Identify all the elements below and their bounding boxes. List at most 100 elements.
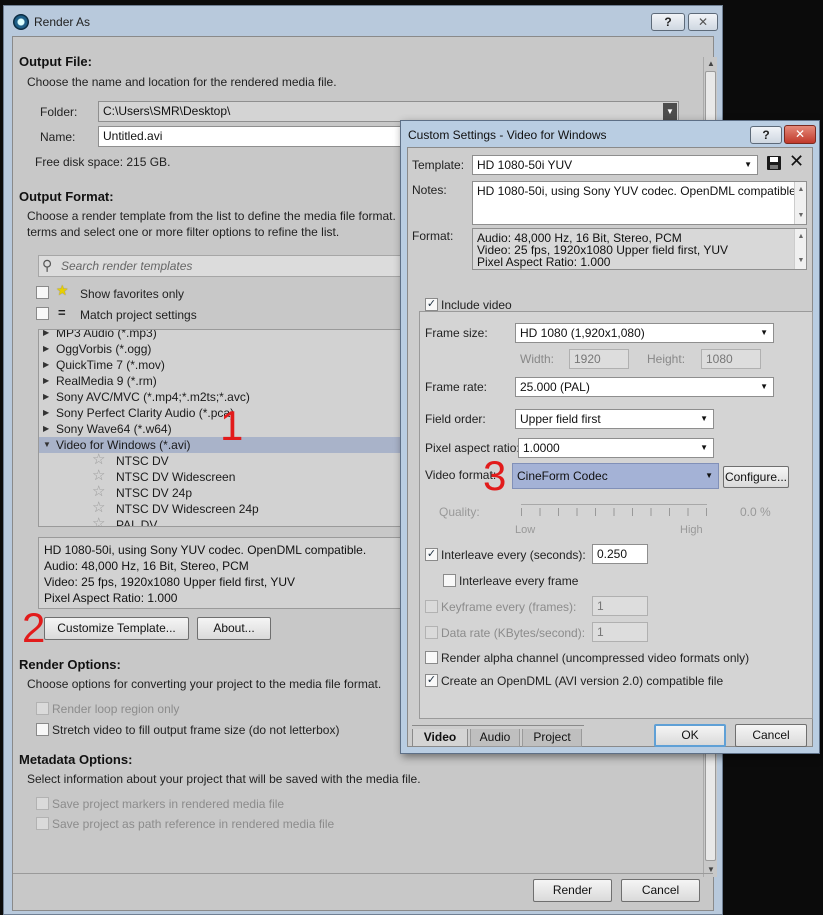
dialog-close-button[interactable]: ✕	[784, 125, 816, 144]
template-preset-item[interactable]: ☆ PAL DV	[39, 516, 413, 527]
alpha-channel-checkbox[interactable]	[425, 651, 438, 664]
match-project-checkbox[interactable]	[36, 307, 49, 320]
template-category-item[interactable]: ▶ OggVorbis (*.ogg)	[39, 341, 413, 357]
interleave-frame-checkbox[interactable]	[443, 574, 456, 587]
output-format-desc-2: terms and select one or more filter opti…	[27, 225, 340, 239]
include-video-label: Include video	[441, 298, 512, 312]
format-scrollbar[interactable]: ▲ ▼	[794, 229, 806, 269]
template-item-label: NTSC DV 24p	[116, 486, 193, 500]
collapsed-triangle-icon[interactable]: ▶	[43, 405, 49, 421]
render-options-desc: Choose options for converting your proje…	[27, 677, 382, 691]
datarate-input[interactable]: 1	[592, 622, 648, 642]
stretch-video-checkbox[interactable]	[36, 723, 49, 736]
collapsed-triangle-icon[interactable]: ▶	[43, 421, 49, 437]
template-dropdown[interactable]: HD 1080-50i YUV ▼	[472, 155, 758, 175]
configure-button[interactable]: Configure...	[723, 466, 789, 488]
favorite-star-icon[interactable]: ☆	[92, 516, 105, 527]
width-label: Width:	[520, 352, 555, 366]
opendml-checkbox[interactable]: ✓	[425, 674, 438, 687]
favorite-star-icon[interactable]: ☆	[92, 468, 105, 484]
main-cancel-button[interactable]: Cancel	[621, 879, 700, 902]
show-favorites-checkbox[interactable]	[36, 286, 49, 299]
annotation-2: 2	[22, 604, 46, 651]
video-format-value: CineForm Codec	[517, 469, 608, 483]
pixel-aspect-value: 1.0000	[523, 441, 560, 455]
tab-project[interactable]: Project	[522, 729, 582, 747]
customize-template-button[interactable]: Customize Template...	[44, 617, 189, 640]
template-category-item[interactable]: ▶ RealMedia 9 (*.rm)	[39, 373, 413, 389]
path-reference-checkbox[interactable]	[36, 817, 49, 830]
datarate-label: Data rate (KBytes/second):	[441, 626, 586, 640]
frame-rate-dropdown[interactable]: 25.000 (PAL) ▼	[515, 377, 774, 397]
collapsed-triangle-icon[interactable]: ▶	[43, 357, 49, 373]
window-title: Render As	[34, 15, 91, 29]
collapsed-triangle-icon[interactable]: ▶	[43, 330, 49, 341]
dialog-help-button[interactable]: ?	[750, 126, 782, 144]
save-markers-checkbox[interactable]	[36, 797, 49, 810]
favorite-star-icon[interactable]: ☆	[92, 500, 105, 516]
folder-input[interactable]: C:\Users\SMR\Desktop\ ▼	[98, 101, 679, 122]
tab-video[interactable]: Video	[412, 729, 468, 747]
template-chevron-down-icon: ▼	[744, 160, 752, 169]
close-icon[interactable]: ✕	[789, 152, 804, 170]
close-button[interactable]: ✕	[688, 13, 718, 31]
interleave-input[interactable]: 0.250	[592, 544, 648, 564]
frame-rate-value: 25.000 (PAL)	[520, 380, 590, 394]
quality-slider-track[interactable]	[521, 504, 707, 505]
template-category-item[interactable]: ▶ QuickTime 7 (*.mov)	[39, 357, 413, 373]
render-button[interactable]: Render	[533, 879, 612, 902]
tab-audio[interactable]: Audio	[470, 729, 520, 747]
favorite-star-icon[interactable]: ☆	[92, 484, 105, 500]
datarate-checkbox[interactable]	[425, 626, 438, 639]
dialog-cancel-button[interactable]: Cancel	[735, 724, 807, 747]
ok-button[interactable]: OK	[654, 724, 726, 747]
include-video-checkbox[interactable]: ✓	[425, 298, 438, 311]
collapsed-triangle-icon[interactable]: ▶	[43, 389, 49, 405]
scroll-down-icon[interactable]: ▼	[704, 864, 718, 876]
notes-textarea[interactable]: HD 1080-50i, using Sony YUV codec. OpenD…	[472, 181, 807, 225]
collapsed-triangle-icon[interactable]: ▶	[43, 341, 49, 357]
dialog-body: Template: HD 1080-50i YUV ▼ ✕ Notes: HD …	[407, 147, 813, 747]
help-button[interactable]: ?	[651, 13, 685, 31]
height-label: Height:	[647, 352, 686, 366]
frame-rate-chevron-down-icon: ▼	[760, 382, 768, 391]
video-format-dropdown[interactable]: CineForm Codec ▼	[512, 463, 719, 489]
output-format-desc-1: Choose a render template from the list t…	[27, 209, 396, 223]
loop-region-label: Render loop region only	[52, 702, 180, 716]
search-templates-input[interactable]: ⚲ Search render templates	[38, 255, 420, 277]
frame-size-label: Frame size:	[425, 326, 488, 340]
interleave-frame-label: Interleave every frame	[459, 574, 579, 588]
interleave-label: Interleave every (seconds):	[441, 548, 586, 562]
loop-region-checkbox[interactable]	[36, 702, 49, 715]
free-disk-space: Free disk space: 215 GB.	[35, 155, 171, 169]
search-icon: ⚲	[42, 257, 53, 273]
scroll-up-icon[interactable]: ▲	[704, 58, 718, 70]
expanded-triangle-icon[interactable]: ▼	[43, 437, 51, 453]
about-button[interactable]: About...	[197, 617, 271, 640]
equals-icon: =	[58, 305, 66, 320]
frame-size-dropdown[interactable]: HD 1080 (1,920x1,080) ▼	[515, 323, 774, 343]
notes-label: Notes:	[412, 183, 447, 197]
height-input[interactable]: 1080	[701, 349, 761, 369]
notes-scrollbar[interactable]: ▲ ▼	[794, 182, 806, 224]
keyframe-checkbox[interactable]	[425, 600, 438, 613]
template-category-item[interactable]: ▶ MP3 Audio (*.mp3)	[39, 330, 413, 341]
save-icon[interactable]	[766, 155, 782, 171]
collapsed-triangle-icon[interactable]: ▶	[43, 373, 49, 389]
template-item-label: Video for Windows (*.avi)	[56, 438, 191, 452]
pixel-aspect-dropdown[interactable]: 1.0000 ▼	[518, 438, 714, 458]
field-order-dropdown[interactable]: Upper field first ▼	[515, 409, 714, 429]
name-input[interactable]: Untitled.avi	[98, 126, 408, 147]
template-item-label: NTSC DV Widescreen	[116, 470, 236, 484]
format-label: Format:	[412, 229, 454, 243]
favorite-star-icon[interactable]: ☆	[92, 452, 105, 468]
width-input[interactable]: 1920	[569, 349, 629, 369]
output-format-heading: Output Format:	[19, 189, 114, 204]
keyframe-input[interactable]: 1	[592, 596, 648, 616]
frame-size-chevron-down-icon: ▼	[760, 328, 768, 337]
quality-value: 0.0 %	[740, 505, 771, 519]
template-label: Template:	[412, 158, 465, 172]
annotation-3: 3	[483, 452, 507, 499]
folder-dropdown-icon[interactable]: ▼	[663, 103, 677, 120]
interleave-checkbox[interactable]: ✓	[425, 548, 438, 561]
